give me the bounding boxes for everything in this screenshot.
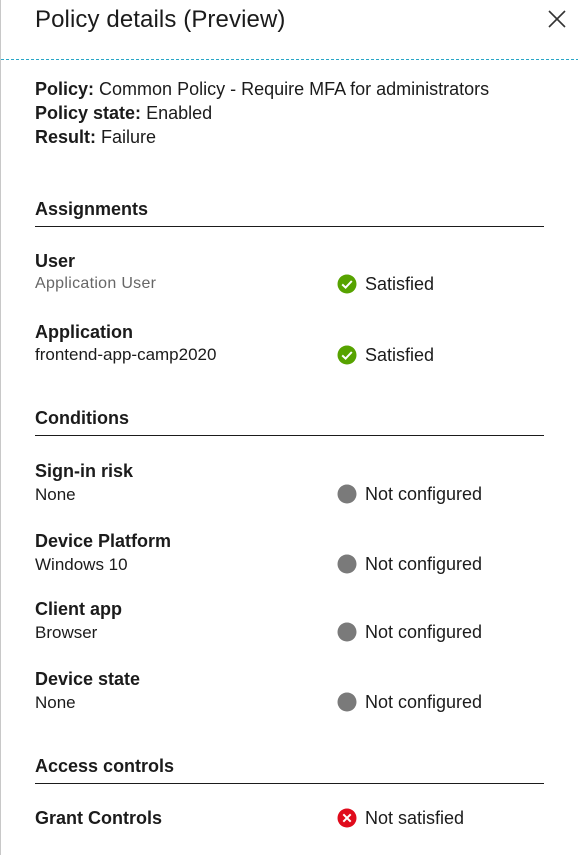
result-label: Result:: [35, 127, 97, 147]
policy-state-label: Policy state:: [35, 103, 142, 123]
device-platform-status-text: Not configured: [365, 553, 483, 574]
policy-summary: Policy: Common Policy - Require MFA for …: [35, 77, 489, 149]
device-state-status: Not configured: [337, 691, 482, 713]
policy-row: Policy: Common Policy - Require MFA for …: [35, 77, 489, 101]
gray-circle-icon: [337, 484, 357, 504]
policy-label: Policy:: [35, 79, 95, 99]
gray-circle-icon: [337, 692, 357, 712]
application-status: Satisfied: [337, 344, 434, 366]
gray-circle-icon: [337, 622, 357, 642]
device-state-label: Device state: [35, 669, 141, 689]
sign-in-risk-status: Not configured: [337, 483, 482, 505]
policy-state-row: Policy state: Enabled: [35, 101, 489, 125]
policy-value: Common Policy - Require MFA for administ…: [99, 79, 490, 99]
sign-in-risk-value: None: [35, 485, 76, 504]
sign-in-risk-status-text: Not configured: [365, 483, 483, 504]
user-status-text: Satisfied: [365, 273, 435, 294]
gray-circle-icon: [337, 554, 357, 574]
panel-header: Policy details (Preview): [1, 0, 578, 60]
client-app-status: Not configured: [337, 621, 482, 643]
assignments-heading: Assignments: [35, 199, 544, 227]
device-state-status-text: Not configured: [365, 691, 483, 712]
panel-title: Policy details (Preview): [35, 6, 286, 33]
application-label: Application: [35, 322, 133, 342]
conditions-heading: Conditions: [35, 408, 544, 436]
result-value: Failure: [101, 127, 157, 147]
grant-controls-status-text: Not satisfied: [365, 807, 465, 828]
check-circle-icon: [337, 345, 357, 365]
policy-details-panel: Policy details (Preview) Policy: Common …: [0, 0, 578, 855]
user-status: Satisfied: [337, 273, 434, 295]
device-state-value: None: [35, 693, 76, 712]
device-platform-value: Windows 10: [35, 555, 128, 574]
user-label: User: [35, 251, 76, 271]
user-value: Application User: [35, 275, 157, 292]
access-controls-heading: Access controls: [35, 756, 544, 784]
check-circle-icon: [337, 274, 357, 294]
application-status-text: Satisfied: [365, 344, 435, 365]
policy-state-value: Enabled: [146, 103, 213, 123]
device-platform-label: Device Platform: [35, 531, 172, 551]
result-row: Result: Failure: [35, 125, 489, 149]
grant-controls-label: Grant Controls: [35, 808, 163, 828]
device-platform-status: Not configured: [337, 553, 482, 575]
client-app-value: Browser: [35, 623, 98, 642]
close-icon[interactable]: [546, 8, 568, 30]
client-app-status-text: Not configured: [365, 621, 483, 642]
application-value: frontend-app-camp2020: [35, 345, 217, 364]
error-circle-icon: [337, 808, 357, 828]
sign-in-risk-label: Sign-in risk: [35, 461, 134, 481]
grant-controls-status: Not satisfied: [337, 807, 464, 829]
client-app-label: Client app: [35, 599, 123, 619]
